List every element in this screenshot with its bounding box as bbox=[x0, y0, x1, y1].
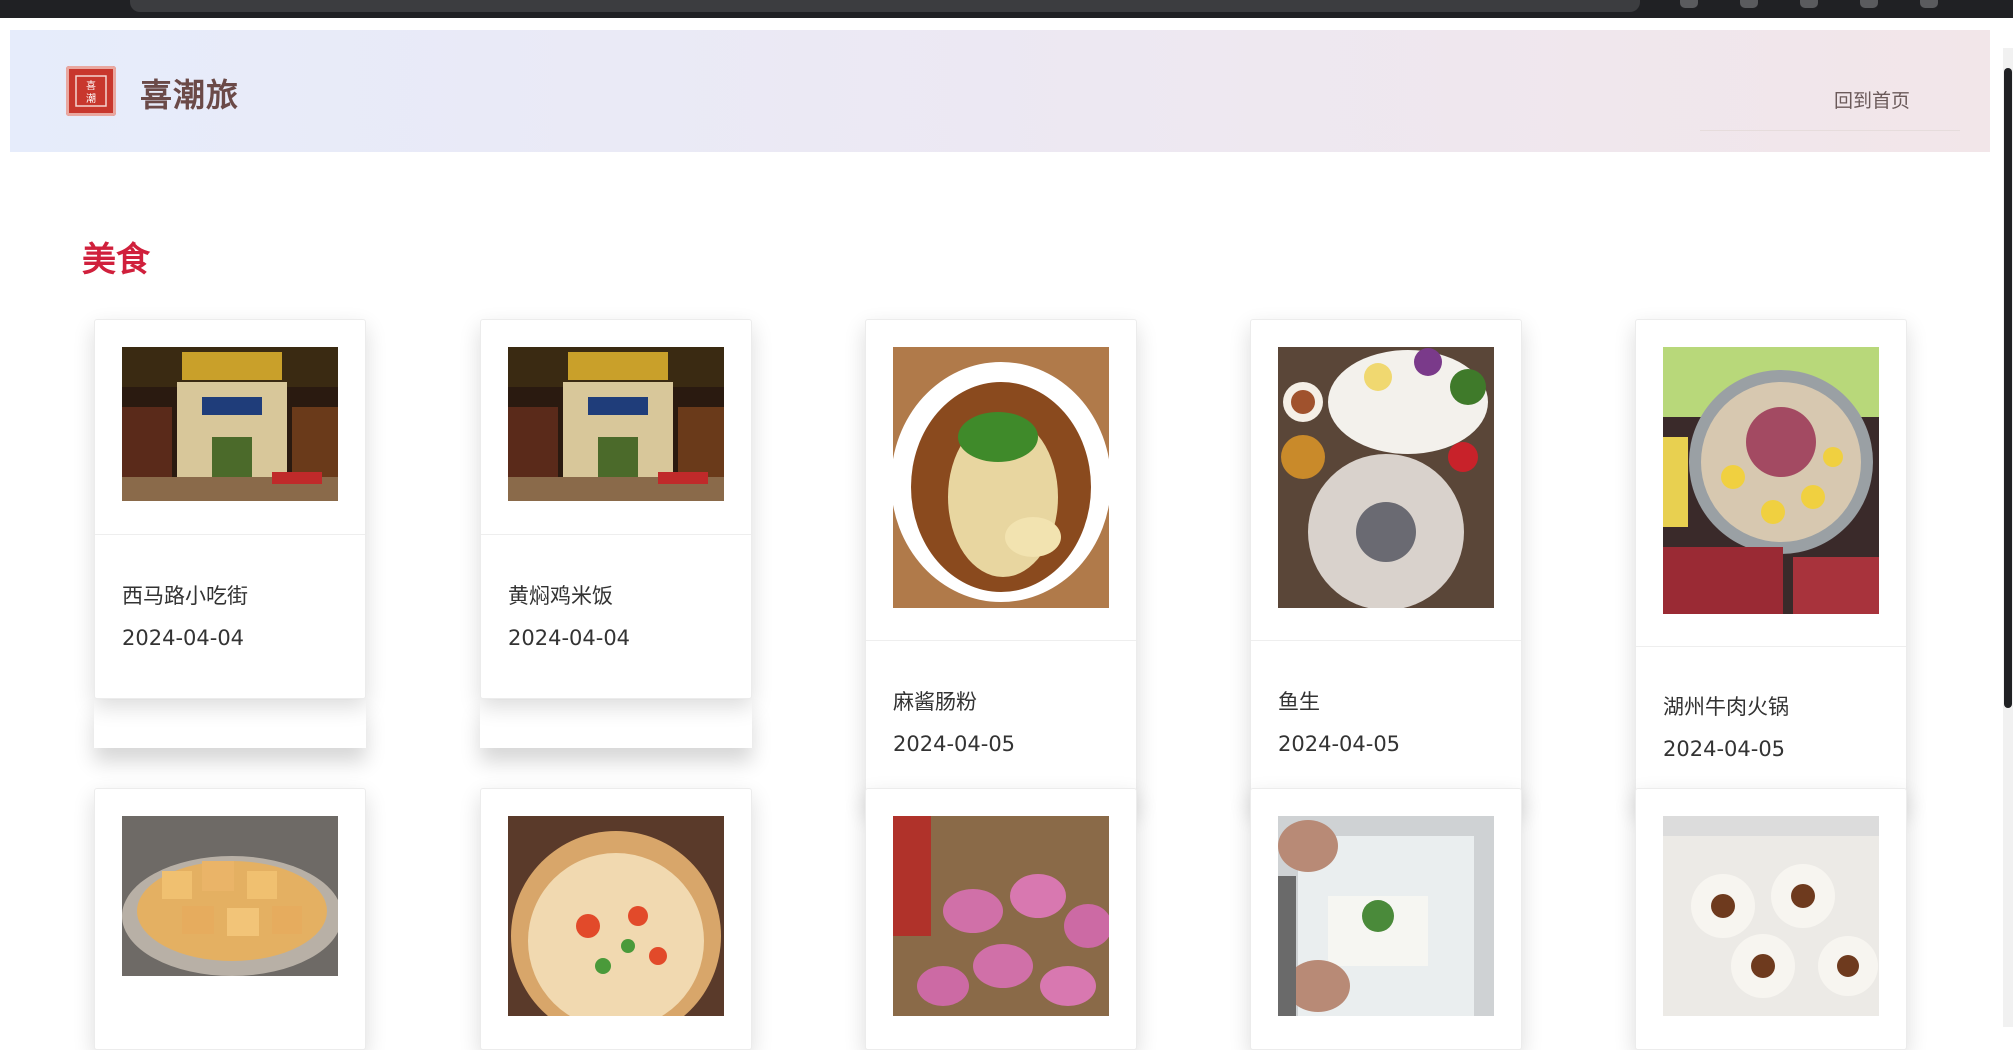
card-divider bbox=[481, 534, 751, 535]
food-date: 2024-04-04 bbox=[122, 626, 245, 650]
card-divider bbox=[95, 534, 365, 535]
food-image[interactable] bbox=[508, 347, 724, 501]
food-card[interactable] bbox=[865, 788, 1137, 1050]
food-image[interactable] bbox=[122, 347, 338, 501]
food-card[interactable]: 黄焖鸡米饭 2024-04-04 bbox=[480, 319, 752, 699]
fried-tofu-photo-icon bbox=[122, 816, 338, 976]
page-scrollbar[interactable] bbox=[2003, 48, 2013, 1027]
page-viewport: 喜 潮 喜潮旅 回到首页 美食 西马路小吃街 2024-04-04 黄焖鸡米饭 … bbox=[0, 18, 2013, 1050]
food-card[interactable]: 鱼生 2024-04-05 bbox=[1250, 319, 1522, 809]
food-image[interactable] bbox=[1663, 347, 1879, 614]
food-date: 2024-04-05 bbox=[893, 732, 1016, 756]
nav-divider bbox=[1700, 130, 1960, 131]
rice-roll-photo-icon bbox=[893, 347, 1109, 608]
card-divider bbox=[866, 640, 1136, 641]
street-night-photo-icon bbox=[122, 347, 338, 501]
food-image[interactable] bbox=[1663, 816, 1879, 1016]
card-divider bbox=[1636, 646, 1906, 647]
food-image[interactable] bbox=[1278, 347, 1494, 608]
extension-icon[interactable] bbox=[1860, 0, 1878, 8]
food-image[interactable] bbox=[893, 816, 1109, 1016]
card-shadow bbox=[94, 700, 366, 748]
nav-home-link[interactable]: 回到首页 bbox=[1834, 86, 1910, 113]
food-image[interactable] bbox=[893, 347, 1109, 608]
pink-rice-cake-photo-icon bbox=[893, 816, 1109, 1016]
logo-seal-icon: 喜 潮 bbox=[75, 75, 107, 107]
street-night-photo-icon bbox=[508, 347, 724, 501]
extension-icon[interactable] bbox=[1740, 0, 1758, 8]
seafood-congee-photo-icon bbox=[508, 816, 724, 1016]
extension-icon[interactable] bbox=[1800, 0, 1818, 8]
food-date: 2024-04-05 bbox=[1278, 732, 1401, 756]
food-name[interactable]: 黄焖鸡米饭 bbox=[508, 580, 613, 610]
food-image[interactable] bbox=[508, 816, 724, 1016]
profile-icon[interactable] bbox=[1920, 0, 1938, 8]
food-name[interactable]: 湖州牛肉火锅 bbox=[1663, 691, 1789, 721]
site-title[interactable]: 喜潮旅 bbox=[140, 70, 239, 116]
logo-text-top: 喜 bbox=[86, 79, 96, 92]
steamed-rice-cake-photo-icon bbox=[1663, 816, 1879, 1016]
food-card[interactable] bbox=[94, 788, 366, 1050]
food-name[interactable]: 西马路小吃街 bbox=[122, 580, 248, 610]
food-name[interactable]: 鱼生 bbox=[1278, 686, 1320, 716]
logo-text-bottom: 潮 bbox=[86, 92, 96, 105]
food-card[interactable] bbox=[1635, 788, 1907, 1050]
site-logo[interactable]: 喜 潮 bbox=[66, 66, 116, 116]
rice-noodle-making-photo-icon bbox=[1278, 816, 1494, 1016]
card-divider bbox=[1251, 640, 1521, 641]
food-date: 2024-04-05 bbox=[1663, 737, 1786, 761]
scrollbar-thumb[interactable] bbox=[2004, 68, 2012, 708]
site-header: 喜 潮 喜潮旅 回到首页 bbox=[10, 30, 1990, 152]
food-date: 2024-04-04 bbox=[508, 626, 631, 650]
food-name[interactable]: 麻酱肠粉 bbox=[893, 686, 977, 716]
food-card[interactable]: 西马路小吃街 2024-04-04 bbox=[94, 319, 366, 699]
food-image[interactable] bbox=[122, 816, 338, 976]
food-card[interactable] bbox=[480, 788, 752, 1050]
extension-icon[interactable] bbox=[1680, 0, 1698, 8]
food-card[interactable]: 麻酱肠粉 2024-04-05 bbox=[865, 319, 1137, 809]
food-card[interactable] bbox=[1250, 788, 1522, 1050]
card-shadow bbox=[480, 700, 752, 748]
raw-fish-platter-photo-icon bbox=[1278, 347, 1494, 608]
section-title: 美食 bbox=[82, 240, 150, 280]
food-image[interactable] bbox=[1278, 816, 1494, 1016]
address-bar[interactable] bbox=[130, 0, 1640, 12]
beef-hotpot-photo-icon bbox=[1663, 347, 1879, 614]
food-card[interactable]: 湖州牛肉火锅 2024-04-05 bbox=[1635, 319, 1907, 809]
